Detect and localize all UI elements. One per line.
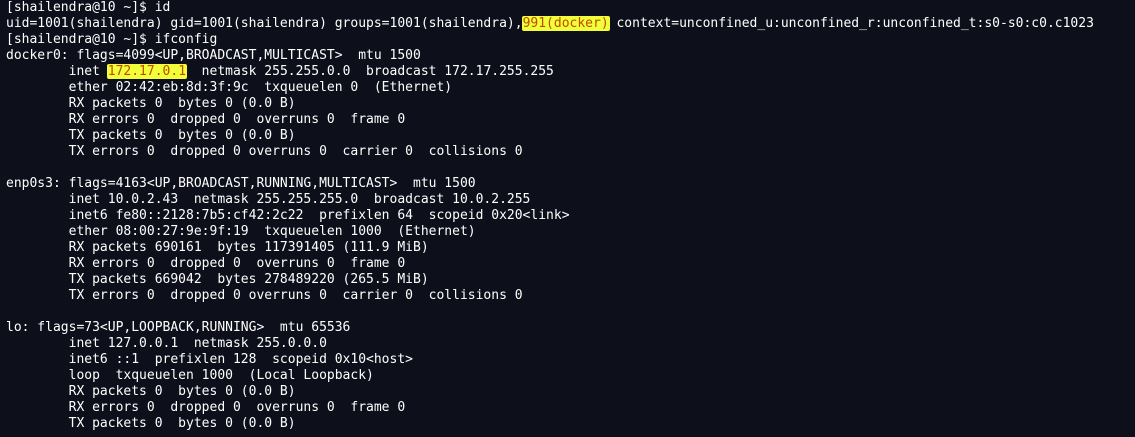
terminal-text: TX packets 0 bytes 0 (0.0 B) [6,128,296,143]
terminal-line: loop txqueuelen 1000 (Local Loopback) [6,368,1135,384]
terminal-line: inet6 ::1 prefixlen 128 scopeid 0x10<hos… [6,352,1135,368]
terminal-text: inet6 fe80::2128:7b5:cf42:2c22 prefixlen… [6,208,570,223]
terminal-line: TX errors 0 dropped 0 overruns 0 carrier… [6,288,1135,304]
terminal-text: inet 127.0.0.1 netmask 255.0.0.0 [6,336,327,351]
terminal-line: RX errors 0 dropped 0 overruns 0 frame 0 [6,400,1135,416]
terminal-text: loop txqueuelen 1000 (Local Loopback) [6,368,374,383]
terminal-line: inet6 fe80::2128:7b5:cf42:2c22 prefixlen… [6,208,1135,224]
terminal-line: inet 10.0.2.43 netmask 255.255.255.0 bro… [6,192,1135,208]
terminal-text: lo: flags=73<UP,LOOPBACK,RUNNING> mtu 65… [6,320,351,335]
terminal-line: enp0s3: flags=4163<UP,BROADCAST,RUNNING,… [6,176,1135,192]
terminal-line: ether 02:42:eb:8d:3f:9c txqueuelen 0 (Et… [6,80,1135,96]
terminal-text: [shailendra@10 ~]$ ifconfig [6,32,218,47]
terminal-line: docker0: flags=4099<UP,BROADCAST,MULTICA… [6,48,1135,64]
terminal-line: inet 127.0.0.1 netmask 255.0.0.0 [6,336,1135,352]
highlighted-text: 991(docker) [521,16,610,31]
terminal-text: inet [6,64,108,79]
terminal-line: lo: flags=73<UP,LOOPBACK,RUNNING> mtu 65… [6,320,1135,336]
terminal-text: RX errors 0 dropped 0 overruns 0 frame 0 [6,112,406,127]
terminal-text: docker0: flags=4099<UP,BROADCAST,MULTICA… [6,48,421,63]
terminal-line: ether 08:00:27:9e:9f:19 txqueuelen 1000 … [6,224,1135,240]
terminal-line: [shailendra@10 ~]$ ifconfig [6,32,1135,48]
terminal-text: netmask 255.255.0.0 broadcast 172.17.255… [186,64,554,79]
terminal-text: RX packets 690161 bytes 117391405 (111.9… [6,240,429,255]
terminal-text: TX errors 0 dropped 0 overruns 0 carrier… [6,144,523,159]
terminal-line: RX errors 0 dropped 0 overruns 0 frame 0 [6,256,1135,272]
terminal-line: RX packets 690161 bytes 117391405 (111.9… [6,240,1135,256]
terminal-text: ether 02:42:eb:8d:3f:9c txqueuelen 0 (Et… [6,80,453,95]
terminal-line: RX packets 0 bytes 0 (0.0 B) [6,384,1135,400]
terminal-text: context=unconfined_u:unconfined_r:unconf… [608,16,1094,31]
terminal-text: inet6 ::1 prefixlen 128 scopeid 0x10<hos… [6,352,413,367]
terminal-text: RX errors 0 dropped 0 overruns 0 frame 0 [6,256,406,271]
terminal-line: TX packets 0 bytes 0 (0.0 B) [6,128,1135,144]
terminal-text: ether 08:00:27:9e:9f:19 txqueuelen 1000 … [6,224,476,239]
terminal-line: uid=1001(shailendra) gid=1001(shailendra… [6,16,1135,32]
terminal-line: TX packets 669042 bytes 278489220 (265.5… [6,272,1135,288]
terminal-line: TX packets 0 bytes 0 (0.0 B) [6,416,1135,432]
terminal-text: [shailendra@10 ~]$ id [6,0,171,15]
terminal-text: enp0s3: flags=4163<UP,BROADCAST,RUNNING,… [6,176,476,191]
terminal-text: TX packets 0 bytes 0 (0.0 B) [6,416,296,431]
highlighted-text: 172.17.0.1 [106,64,188,79]
terminal-line: RX packets 0 bytes 0 (0.0 B) [6,96,1135,112]
terminal-text: RX errors 0 dropped 0 overruns 0 frame 0 [6,400,406,415]
terminal-line: inet 172.17.0.1 netmask 255.255.0.0 broa… [6,64,1135,80]
terminal-text: TX packets 669042 bytes 278489220 (265.5… [6,272,429,287]
terminal-line: RX errors 0 dropped 0 overruns 0 frame 0 [6,112,1135,128]
terminal-text: uid=1001(shailendra) gid=1001(shailendra… [6,16,523,31]
terminal-text: inet 10.0.2.43 netmask 255.255.255.0 bro… [6,192,531,207]
terminal-text: RX packets 0 bytes 0 (0.0 B) [6,96,296,111]
terminal-line: [shailendra@10 ~]$ id [6,0,1135,16]
terminal-text: RX packets 0 bytes 0 (0.0 B) [6,384,296,399]
terminal-window[interactable]: [shailendra@10 ~]$ id uid=1001(shailendra… [0,0,1135,437]
terminal-text: TX errors 0 dropped 0 overruns 0 carrier… [6,288,523,303]
terminal-line: TX errors 0 dropped 0 overruns 0 carrier… [6,144,1135,160]
terminal-output[interactable]: [shailendra@10 ~]$ id uid=1001(shailendra… [6,0,1135,432]
